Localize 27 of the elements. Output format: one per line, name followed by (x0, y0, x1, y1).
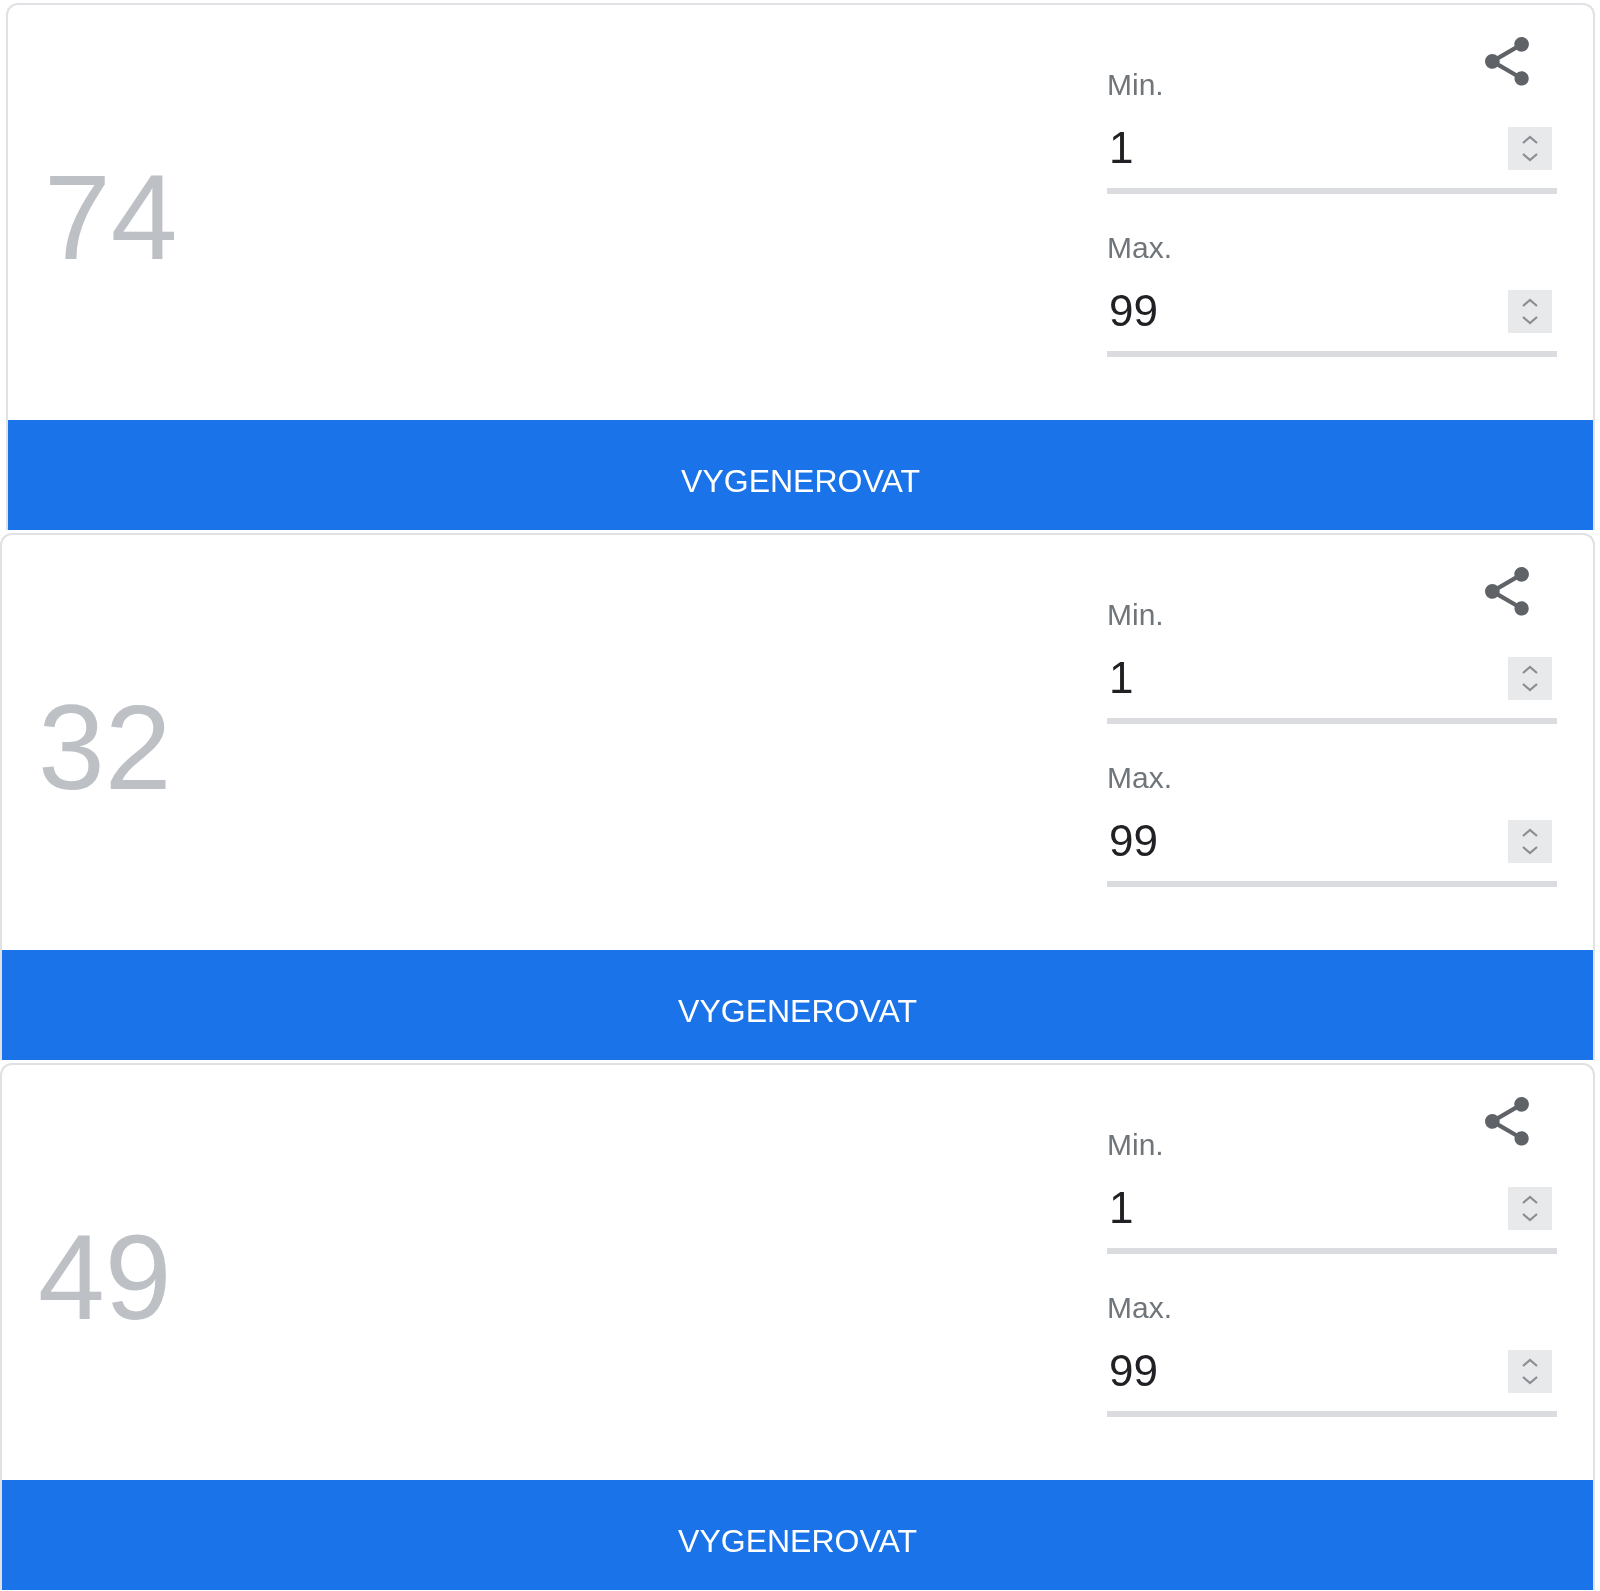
number-field[interactable]: 99 (1107, 285, 1557, 357)
field-label: Max. (1107, 760, 1172, 796)
field-label: Min. (1107, 1127, 1164, 1163)
share-icon[interactable] (1485, 567, 1529, 616)
number-field[interactable]: 1 (1107, 1182, 1557, 1254)
generated-number: 32 (38, 678, 172, 807)
number-field[interactable]: 1 (1107, 652, 1557, 724)
stepper-icon[interactable] (1508, 656, 1552, 700)
field-label: Max. (1107, 230, 1172, 266)
generate-button[interactable]: VYGENEROVAT (2, 1480, 1593, 1590)
number-field[interactable]: 99 (1107, 815, 1557, 887)
stepper-icon[interactable] (1508, 1186, 1552, 1230)
number-field[interactable]: 1 (1107, 122, 1557, 194)
stepper-icon[interactable] (1508, 1349, 1552, 1393)
generated-number: 49 (38, 1208, 172, 1337)
field-label: Max. (1107, 1290, 1172, 1326)
number-field[interactable]: 99 (1107, 1345, 1557, 1417)
stepper-icon[interactable] (1508, 819, 1552, 863)
share-icon[interactable] (1485, 37, 1529, 86)
generate-button[interactable]: VYGENEROVAT (2, 950, 1593, 1060)
generated-number: 74 (44, 148, 178, 277)
field-label: Min. (1107, 597, 1164, 633)
generate-button[interactable]: VYGENEROVAT (8, 420, 1593, 530)
stepper-icon[interactable] (1508, 289, 1552, 333)
share-icon[interactable] (1485, 1097, 1529, 1146)
stepper-icon[interactable] (1508, 126, 1552, 170)
field-label: Min. (1107, 67, 1164, 103)
